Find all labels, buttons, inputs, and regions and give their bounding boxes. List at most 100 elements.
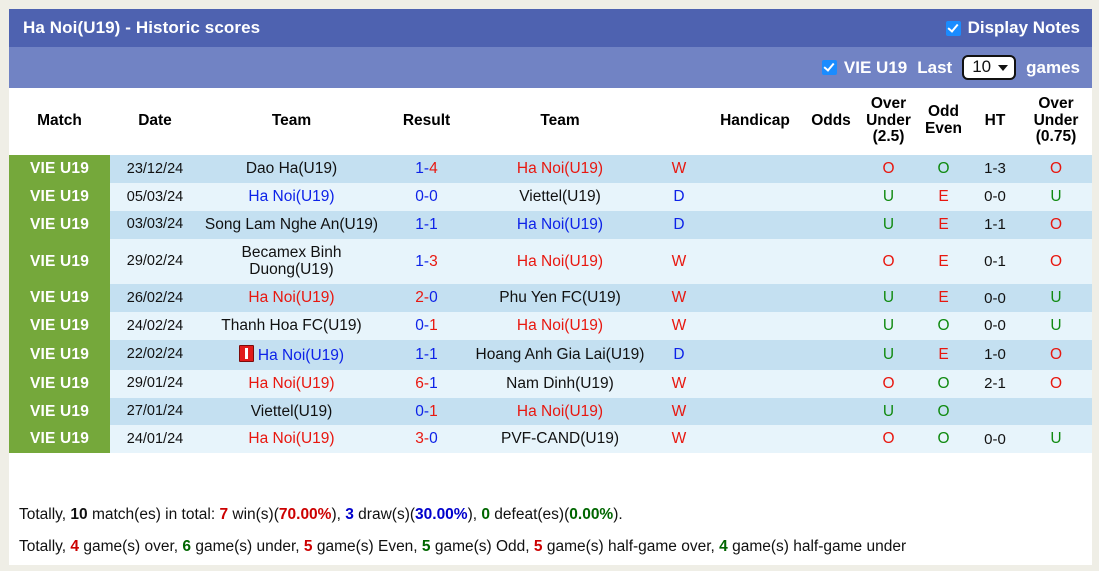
- col-header-home-team[interactable]: Team: [200, 88, 383, 156]
- col-header-away-team[interactable]: Team: [470, 88, 650, 156]
- summary-prefix-2: Totally,: [19, 538, 71, 555]
- away-team-name: Ha Noi(U19): [516, 252, 604, 270]
- cell-away-team[interactable]: Hoang Anh Gia Lai(U19): [470, 339, 650, 370]
- away-team-name: Viettel(U19): [519, 188, 601, 206]
- table-row[interactable]: VIE U19 29/02/24 Becamex Binh Duong(U19) 1-…: [9, 238, 1092, 285]
- cell-handicap: [708, 183, 802, 211]
- cell-league-badge: VIE U19: [9, 312, 110, 340]
- table-row[interactable]: VIE U19 29/01/24 Ha Noi(U19) 6-1 Nam Dinh(U1…: [9, 369, 1092, 398]
- display-notes-toggle[interactable]: Display Notes: [945, 18, 1080, 38]
- league-filter-toggle[interactable]: VIE U19: [821, 58, 907, 78]
- cell-half-time-score: 0-0: [970, 425, 1020, 454]
- cell-over-under-075: U: [1020, 425, 1092, 454]
- cell-away-team[interactable]: Viettel(U19): [470, 183, 650, 211]
- cell-away-team[interactable]: Ha Noi(U19): [470, 155, 650, 184]
- cell-over-under-25: U: [860, 397, 917, 426]
- cell-home-team[interactable]: Ha Noi(U19): [200, 339, 383, 370]
- cell-home-team[interactable]: Dao Ha(U19): [200, 155, 383, 184]
- summary-suffix-1: ).: [613, 506, 623, 523]
- table-row[interactable]: VIE U19 03/03/24 Song Lam Nghe An(U19) 1-1 H…: [9, 210, 1092, 239]
- cell-outcome: W: [650, 312, 708, 340]
- cell-away-team[interactable]: Ha Noi(U19): [470, 210, 650, 239]
- col-header-ou25-line2: Under: [866, 111, 911, 129]
- table-row[interactable]: VIE U19 26/02/24 Ha Noi(U19) 2-0 Phu Yen FC(…: [9, 284, 1092, 313]
- cell-odd-even: E: [917, 284, 970, 313]
- col-header-ht[interactable]: HT: [970, 88, 1020, 156]
- summary-mid-4: draw(s)(: [353, 506, 416, 523]
- summary-half-over-label: game(s) half-game over,: [542, 538, 720, 555]
- cell-half-time-score: 1-0: [970, 339, 1020, 370]
- cell-home-team[interactable]: Ha Noi(U19): [200, 284, 383, 313]
- table-row[interactable]: VIE U19 27/01/24 Viettel(U19) 0-1 Ha Noi(U19…: [9, 397, 1092, 426]
- cell-home-team[interactable]: Ha Noi(U19): [200, 183, 383, 211]
- cell-result-score[interactable]: 0-1: [383, 312, 470, 340]
- summary-over-label: game(s) over,: [79, 538, 183, 555]
- col-header-over-under-25[interactable]: Over Under (2.5): [860, 88, 917, 156]
- cell-home-team[interactable]: Ha Noi(U19): [200, 425, 383, 454]
- score-away: 1: [429, 345, 438, 363]
- league-filter-checkbox-icon[interactable]: [821, 60, 837, 75]
- cell-home-team[interactable]: Song Lam Nghe An(U19): [200, 210, 383, 239]
- cell-result-score[interactable]: 3-0: [383, 425, 470, 454]
- cell-result-score[interactable]: 0-0: [383, 183, 470, 211]
- games-count-select[interactable]: 10: [962, 55, 1017, 80]
- col-header-ou25-line3: (2.5): [872, 128, 905, 146]
- col-header-result[interactable]: Result: [383, 88, 470, 156]
- col-header-date[interactable]: Date: [110, 88, 200, 156]
- col-header-ou075-line2: Under: [1033, 111, 1079, 129]
- cell-away-team[interactable]: Ha Noi(U19): [470, 397, 650, 426]
- page-title: Ha Noi(U19) - Historic scores: [23, 18, 261, 37]
- summary-mid-2: win(s)(: [228, 506, 279, 523]
- cell-away-team[interactable]: Ha Noi(U19): [470, 312, 650, 340]
- cell-result-score[interactable]: 1-1: [383, 339, 470, 370]
- cell-away-team[interactable]: Phu Yen FC(U19): [470, 284, 650, 313]
- cell-result-score[interactable]: 6-1: [383, 369, 470, 398]
- cell-outcome: D: [650, 339, 708, 370]
- cell-half-time-score: 2-1: [970, 369, 1020, 398]
- table-row[interactable]: VIE U19 24/02/24 Thanh Hoa FC(U19) 0-1 Ha No…: [9, 312, 1092, 340]
- games-label: games: [1026, 57, 1080, 77]
- display-notes-checkbox-icon[interactable]: [945, 20, 961, 36]
- cell-league-badge: VIE U19: [9, 339, 110, 370]
- historic-scores-table: Match Date Team Result Team Handicap Odd…: [9, 88, 1092, 454]
- last-label: Last: [917, 57, 953, 77]
- away-team-name: Nam Dinh(U19): [506, 374, 614, 392]
- cell-over-under-25: O: [860, 155, 917, 184]
- score-home: 0: [415, 317, 424, 335]
- table-row[interactable]: VIE U19 23/12/24 Dao Ha(U19) 1-4 Ha Noi(U19)…: [9, 155, 1092, 184]
- cell-away-team[interactable]: PVF-CAND(U19): [470, 425, 650, 454]
- cell-odd-even: O: [917, 312, 970, 340]
- cell-over-under-25: O: [860, 425, 917, 454]
- cell-away-team[interactable]: Nam Dinh(U19): [470, 369, 650, 398]
- cell-outcome: W: [650, 238, 708, 285]
- cell-result-score[interactable]: 0-1: [383, 397, 470, 426]
- cell-over-under-075: O: [1020, 210, 1092, 239]
- cell-result-score[interactable]: 1-3: [383, 238, 470, 285]
- home-team-name: Ha Noi(U19): [248, 430, 335, 448]
- table-row[interactable]: VIE U19 24/01/24 Ha Noi(U19) 3-0 PVF-CAND(U1…: [9, 425, 1092, 454]
- cell-home-team[interactable]: Viettel(U19): [200, 397, 383, 426]
- cell-handicap: [708, 284, 802, 313]
- col-header-over-under-075[interactable]: Over Under (0.75): [1020, 88, 1092, 156]
- cell-result-score[interactable]: 1-4: [383, 155, 470, 184]
- score-away: 1: [429, 374, 438, 392]
- cell-over-under-25: O: [860, 369, 917, 398]
- cell-home-team[interactable]: Thanh Hoa FC(U19): [200, 312, 383, 340]
- summary-half-under-count: 4: [719, 538, 728, 555]
- col-header-ou075-line1: Over: [1038, 95, 1074, 112]
- cell-home-team[interactable]: Becamex Binh Duong(U19): [200, 238, 383, 285]
- cell-over-under-25: U: [860, 284, 917, 313]
- cell-home-team[interactable]: Ha Noi(U19): [200, 369, 383, 398]
- cell-result-score[interactable]: 2-0: [383, 284, 470, 313]
- cell-over-under-075: U: [1020, 183, 1092, 211]
- col-header-odd-even[interactable]: Odd Even: [917, 88, 970, 156]
- col-header-odds[interactable]: Odds: [802, 88, 860, 156]
- col-header-match[interactable]: Match: [9, 88, 110, 156]
- cell-handicap: [708, 155, 802, 184]
- col-header-handicap[interactable]: Handicap: [708, 88, 802, 156]
- cell-result-score[interactable]: 1-1: [383, 210, 470, 239]
- table-row[interactable]: VIE U19 22/02/24 Ha Noi(U19) 1-1 Hoang Anh G…: [9, 339, 1092, 370]
- cell-away-team[interactable]: Ha Noi(U19): [470, 238, 650, 285]
- cell-outcome: W: [650, 284, 708, 313]
- table-row[interactable]: VIE U19 05/03/24 Ha Noi(U19) 0-0 Viettel(U19…: [9, 183, 1092, 211]
